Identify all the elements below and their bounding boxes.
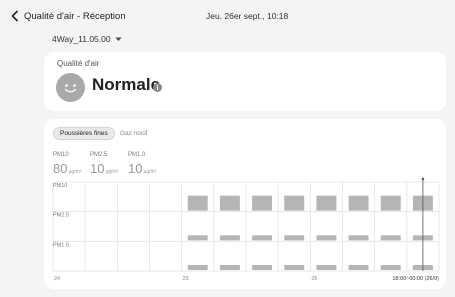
chart-bar-pm10 — [380, 265, 401, 270]
chart-bar-pm25 — [316, 235, 337, 241]
chart-bar-pm10 — [380, 195, 401, 211]
chevron-left-icon[interactable] — [9, 10, 21, 22]
device-selector[interactable]: 4Way_11.05.00 — [52, 34, 122, 44]
particulate-chart[interactable]: PM10 PM2.5 PM1.0 24 25 26 18:00~00:00 (26/9) — [44, 119, 446, 289]
top-bar: Qualité d'air - Réception Jeu. 26er sept… — [0, 0, 455, 32]
chart-x-tick-label: 25 — [183, 276, 189, 282]
chart-bar-pm10 — [284, 195, 305, 211]
chart-bar-pm25 — [252, 235, 273, 241]
chart-bar-pm10 — [187, 265, 208, 270]
air-quality-label: Qualité d'air — [57, 59, 100, 68]
chart-cursor-dot — [421, 177, 425, 181]
chart-bar-pm10 — [348, 195, 369, 211]
chart-bar-pm10 — [187, 195, 208, 211]
chart-range-label: 18:00~00:00 (26/9) — [392, 276, 439, 282]
caret-down-icon — [115, 37, 122, 41]
chart-x-tick-label: 24 — [54, 276, 60, 282]
info-icon[interactable] — [153, 83, 162, 92]
chart-bar-pm10 — [252, 195, 273, 211]
chart-row-label: PM2.5 — [53, 213, 69, 219]
device-name: 4Way_11.05.00 — [52, 34, 111, 44]
chart-bar-pm10 — [348, 265, 369, 270]
air-quality-status: Normale — [92, 75, 161, 94]
chart-bar-pm10 — [316, 195, 337, 211]
chart-bar-pm10 — [284, 265, 305, 270]
air-quality-card: Qualité d'air Normale — [44, 52, 446, 111]
chart-bar-pm25 — [348, 235, 369, 241]
page-title: Qualité d'air - Réception — [24, 11, 126, 22]
datetime-label: Jeu. 26er sept., 10:18 — [206, 11, 289, 21]
chart-bar-pm10 — [252, 265, 273, 270]
chart-bar-pm10 — [219, 265, 240, 270]
chart-bar-pm25 — [187, 235, 208, 241]
particulate-card: Poussières fines Gaz nocif PM10 80µg/m³ … — [44, 119, 446, 289]
chart-bar-pm25 — [380, 235, 401, 241]
chart-row-label: PM1.0 — [53, 242, 69, 248]
chart-bar-pm10 — [219, 195, 240, 211]
chart-bar-pm25 — [284, 235, 305, 241]
chart-x-tick-label: 26 — [311, 276, 317, 282]
chart-bar-pm10 — [316, 265, 337, 270]
smiley-face-icon — [56, 73, 85, 102]
chart-row-label: PM10 — [53, 183, 67, 189]
chart-bar-pm25 — [219, 235, 240, 241]
